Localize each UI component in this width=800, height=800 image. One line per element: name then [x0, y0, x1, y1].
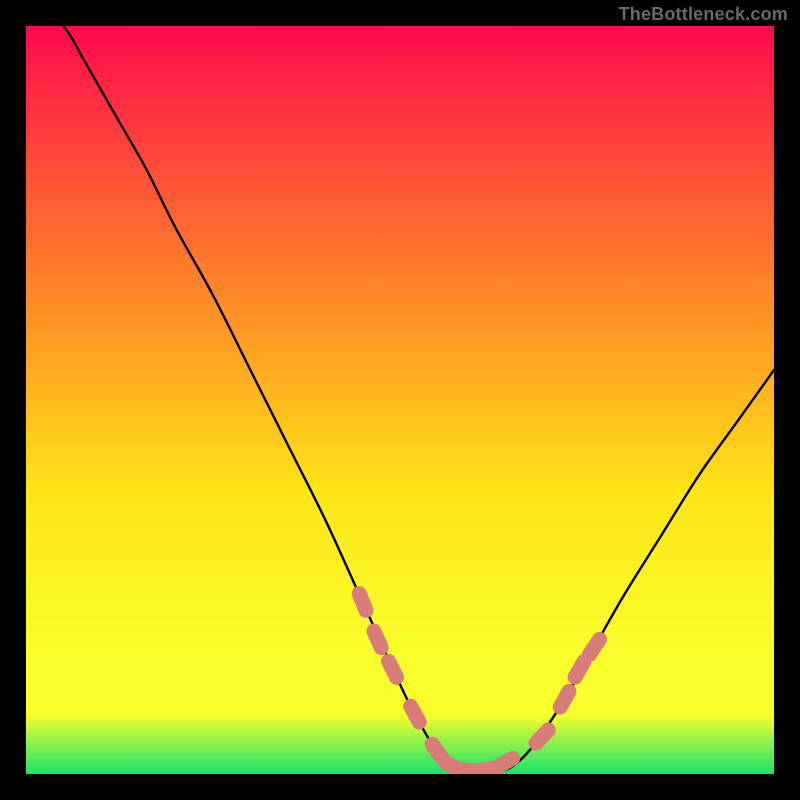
chart-svg [0, 0, 800, 800]
bottleneck-chart: TheBottleneck.com [0, 0, 800, 800]
watermark-text: TheBottleneck.com [619, 4, 788, 25]
